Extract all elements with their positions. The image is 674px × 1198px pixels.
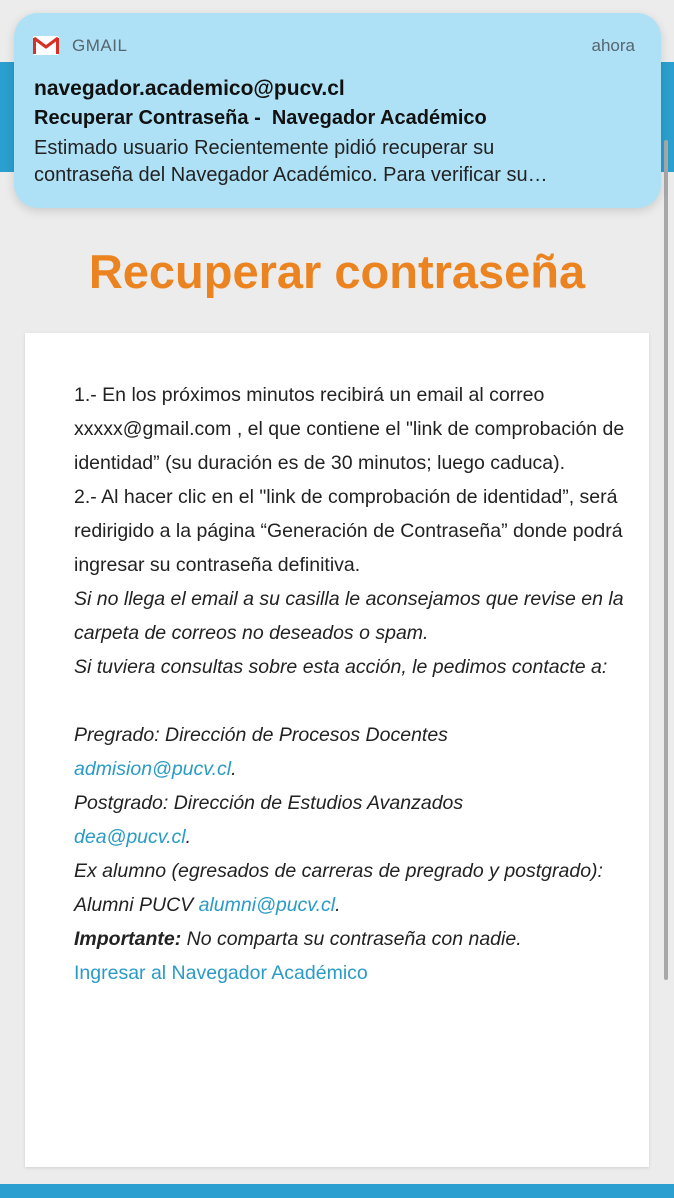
notification-app-name: GMAIL (72, 36, 128, 55)
pregrado-email-link[interactable]: admision@pucv.cl (74, 758, 231, 780)
notification-preview-line: contraseña del Navegador Académico. Para… (34, 164, 548, 186)
gmail-notification[interactable]: GMAIL ahora navegador.academico@pucv.cl … (14, 13, 661, 208)
important-label: Importante: (74, 928, 182, 950)
period: . (335, 894, 341, 916)
postgrado-email-link[interactable]: dea@pucv.cl (74, 826, 186, 848)
notification-preview-line: Estimado usuario Recientemente pidió rec… (34, 137, 495, 159)
page-title: Recuperar contraseña (88, 245, 586, 298)
pregrado-contact: Pregrado: Dirección de Procesos Docentes… (74, 718, 644, 786)
content-card: 1.- En los próximos minutos recibirá un … (25, 333, 649, 1167)
alumni-email-link[interactable]: alumni@pucv.cl (199, 894, 335, 916)
important-note: Importante: No comparta su contraseña co… (74, 922, 644, 956)
spam-note: Si no llega el email a su casilla le aco… (74, 588, 624, 644)
important-text: No comparta su contraseña con nadie. (186, 928, 522, 950)
notification-sender: navegador.academico@pucv.cl (34, 77, 345, 100)
postgrado-contact: Postgrado: Dirección de Estudios Avanzad… (74, 786, 644, 854)
notification-subject: Recuperar Contraseña - Navegador Académi… (34, 107, 487, 129)
period: . (231, 758, 237, 780)
step-2-text: 2.- Al hacer clic en el "link de comprob… (74, 486, 623, 576)
instructions: 1.- En los próximos minutos recibirá un … (74, 378, 644, 990)
login-link[interactable]: Ingresar al Navegador Académico (74, 956, 644, 990)
step-1-text: 1.- En los próximos minutos recibirá un … (74, 384, 625, 474)
notification-preview: Estimado usuario Recientemente pidió rec… (34, 135, 654, 189)
gmail-icon (33, 36, 59, 55)
postgrado-label: Postgrado: Dirección de Estudios Avanzad… (74, 792, 464, 814)
alumni-contact: Ex alumno (egresados de carreras de preg… (74, 854, 644, 922)
contact-intro: Si tuviera consultas sobre esta acción, … (74, 656, 608, 678)
pregrado-label: Pregrado: Dirección de Procesos Docentes (74, 724, 448, 746)
period: . (185, 826, 191, 848)
notification-time: ahora (591, 36, 635, 55)
footer-bar (0, 1184, 674, 1198)
